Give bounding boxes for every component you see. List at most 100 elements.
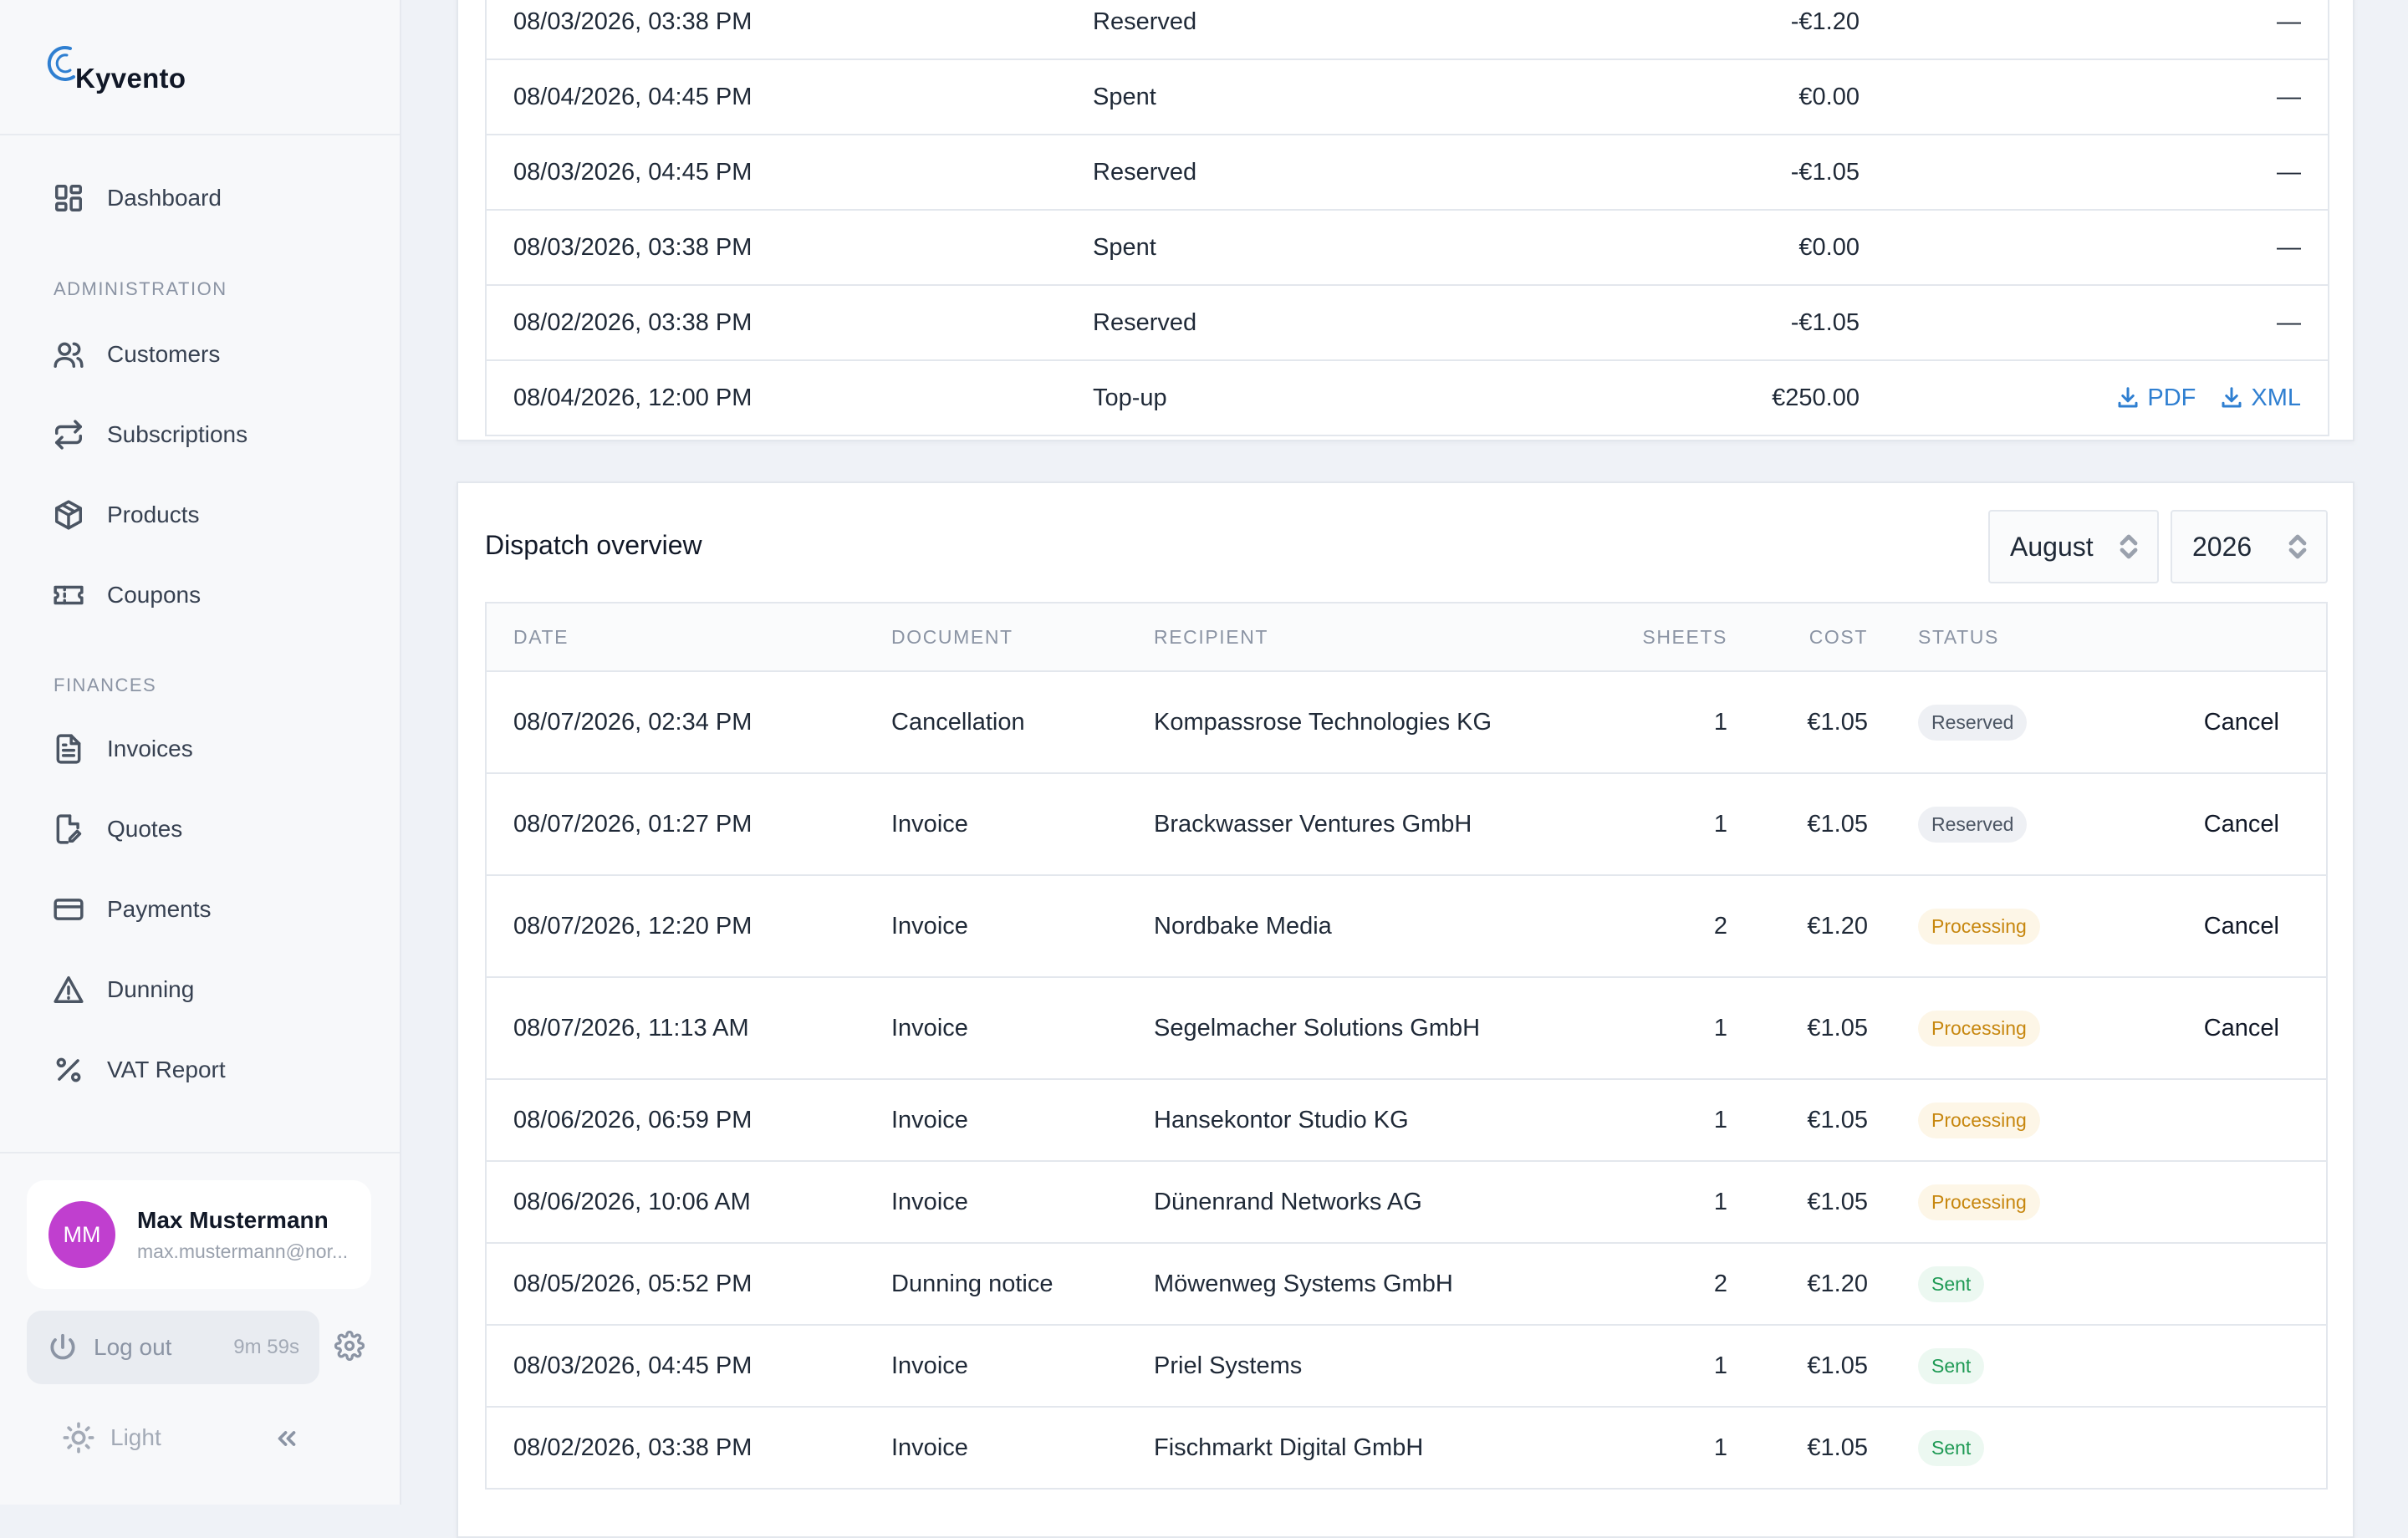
- table-row: 08/07/2026, 02:34 PM Cancellation Kompassr…: [487, 672, 2326, 774]
- sidebar-item-subscriptions[interactable]: Subscriptions: [52, 414, 247, 456]
- cancel-button[interactable]: Cancel: [2204, 876, 2279, 976]
- table-body: 08/07/2026, 02:34 PM Cancellation Kompassr…: [487, 672, 2326, 1488]
- sidebar-item-invoices[interactable]: Invoices: [52, 728, 193, 770]
- table-header: DATE DOCUMENT RECIPIENT SHEETS COST STAT…: [487, 603, 2326, 672]
- cell-recipient: Priel Systems: [1154, 1352, 1303, 1379]
- cell-status: Sent: [1918, 1326, 1985, 1406]
- sidebar-item-dunning[interactable]: Dunning: [52, 969, 194, 1011]
- cell-status: Sent: [1918, 1244, 1985, 1324]
- column-header-recipient[interactable]: RECIPIENT: [1154, 603, 1268, 670]
- sidebar-item-label: Payments: [107, 896, 212, 922]
- cell-document: Dunning notice: [891, 1270, 1054, 1297]
- edit-document-icon: [52, 812, 85, 846]
- download-xml-link[interactable]: XML: [2219, 384, 2301, 412]
- chevrons-left-icon: [278, 1431, 296, 1446]
- dispatch-overview-card: Dispatch overview August 2026 DATE DOCUM…: [457, 481, 2354, 1538]
- sidebar-item-products[interactable]: Products: [52, 494, 200, 536]
- chevron-up-down-icon: [2288, 534, 2307, 559]
- status-badge: Sent: [1918, 1429, 1985, 1466]
- gear-icon: [334, 1330, 365, 1362]
- link-label: XML: [2251, 384, 2301, 411]
- table-row: 08/06/2026, 10:06 AM Invoice Dünenrand Net…: [487, 1162, 2326, 1244]
- cell-actions: —: [2277, 308, 2301, 336]
- status-badge: Processing: [1918, 1010, 2040, 1047]
- column-header-status[interactable]: STATUS: [1918, 603, 1999, 670]
- cell-cost: €1.20: [1807, 1270, 1868, 1297]
- user-card[interactable]: MM Max Mustermann max.mustermann@nor...: [27, 1180, 371, 1289]
- status-badge: Reserved: [1918, 704, 2028, 741]
- cancel-button[interactable]: Cancel: [2204, 978, 2279, 1078]
- download-pdf-link[interactable]: PDF: [2115, 384, 2196, 412]
- download-icon: [2118, 387, 2138, 408]
- theme-toggle[interactable]: Light: [62, 1421, 161, 1454]
- cell-recipient: Hansekontor Studio KG: [1154, 1106, 1409, 1133]
- chevron-up-down-icon: [2120, 534, 2138, 559]
- column-header-cost[interactable]: COST: [1809, 603, 1868, 670]
- sidebar-item-label: VAT Report: [107, 1057, 226, 1082]
- power-icon: [50, 1333, 75, 1360]
- status-badge: Sent: [1918, 1266, 1985, 1302]
- table-row: 08/03/2026, 04:45 PM Reserved -€1.05 —: [487, 134, 2328, 209]
- sidebar-divider: [0, 1152, 400, 1154]
- cell-document: Invoice: [891, 1434, 968, 1461]
- cell-date: 08/06/2026, 06:59 PM: [513, 1106, 752, 1133]
- column-header-sheets[interactable]: SHEETS: [1642, 603, 1727, 670]
- sidebar-item-quotes[interactable]: Quotes: [52, 808, 182, 850]
- cell-status: Sent: [1918, 1408, 1985, 1488]
- column-header-document[interactable]: DOCUMENT: [891, 603, 1013, 670]
- month-select[interactable]: August: [1988, 510, 2159, 583]
- sidebar-divider: [0, 134, 400, 135]
- cell-recipient: Nordbake Media: [1154, 912, 1332, 940]
- sidebar-item-coupons[interactable]: Coupons: [52, 574, 201, 616]
- cell-actions: —: [2277, 158, 2301, 186]
- collapse-sidebar-button[interactable]: [273, 1424, 301, 1457]
- cell-status: Processing: [1918, 876, 2040, 976]
- column-header-date[interactable]: DATE: [513, 603, 569, 670]
- user-name: Max Mustermann: [137, 1206, 329, 1233]
- table-row: 08/03/2026, 04:45 PM Invoice Priel Systems…: [487, 1326, 2326, 1408]
- dashboard-icon: [52, 181, 85, 215]
- cancel-button[interactable]: Cancel: [2204, 774, 2279, 874]
- session-timer: 9m 59s: [233, 1336, 299, 1358]
- cell-actions: —: [2277, 8, 2301, 35]
- cell-cost: €1.05: [1807, 1352, 1868, 1379]
- warning-icon: [52, 973, 85, 1006]
- cell-sheets: 1: [1713, 1106, 1727, 1133]
- year-select[interactable]: 2026: [2171, 510, 2328, 583]
- cell-date: 08/04/2026, 12:00 PM: [513, 384, 752, 411]
- document-icon: [52, 732, 85, 766]
- cell-status: Processing: [1918, 1080, 2040, 1160]
- cancel-button[interactable]: Cancel: [2204, 672, 2279, 772]
- transactions-card: 08/03/2026, 03:38 PM Reserved -€1.20—08/04…: [457, 0, 2354, 441]
- table-row: 08/03/2026, 03:38 PM Spent €0.00 —: [487, 209, 2328, 284]
- cell-amount: -€1.05: [1790, 308, 1860, 336]
- cell-recipient: Segelmacher Solutions GmbH: [1154, 1014, 1481, 1041]
- cell-date: 08/07/2026, 02:34 PM: [513, 708, 752, 736]
- logout-button[interactable]: Log out 9m 59s: [27, 1311, 319, 1384]
- transactions-table: 08/03/2026, 03:38 PM Reserved -€1.20—08/04…: [485, 0, 2329, 436]
- cell-type: Spent: [1093, 83, 1156, 110]
- box-icon: [52, 498, 85, 532]
- sidebar-item-label: Coupons: [107, 582, 202, 608]
- cell-status: Reserved: [1918, 774, 2028, 874]
- sidebar-item-label: Products: [107, 502, 200, 527]
- settings-button[interactable]: [334, 1330, 365, 1365]
- sidebar-item-payments[interactable]: Payments: [52, 889, 212, 930]
- cell-cost: €1.05: [1807, 1106, 1868, 1133]
- cell-status: Processing: [1918, 1162, 2040, 1242]
- cell-cost: €1.05: [1807, 1188, 1868, 1215]
- sidebar-item-customers[interactable]: Customers: [52, 334, 220, 375]
- cell-cost: €1.05: [1807, 1014, 1868, 1041]
- cell-document: Cancellation: [891, 708, 1025, 736]
- sidebar-item-label: Customers: [107, 341, 221, 367]
- cell-date: 08/07/2026, 11:13 AM: [513, 1014, 749, 1041]
- cell-document: Invoice: [891, 1014, 968, 1041]
- cell-sheets: 1: [1713, 708, 1727, 736]
- section-label-administration: ADMINISTRATION: [54, 278, 227, 299]
- sidebar-item-dashboard[interactable]: Dashboard: [52, 177, 222, 219]
- cell-document: Invoice: [891, 1188, 968, 1215]
- cell-sheets: 1: [1713, 1352, 1727, 1379]
- sidebar-item-vat-report[interactable]: VAT Report: [52, 1049, 226, 1091]
- app-logo[interactable]: Kyvento: [45, 43, 186, 94]
- cell-document: Invoice: [891, 1352, 968, 1379]
